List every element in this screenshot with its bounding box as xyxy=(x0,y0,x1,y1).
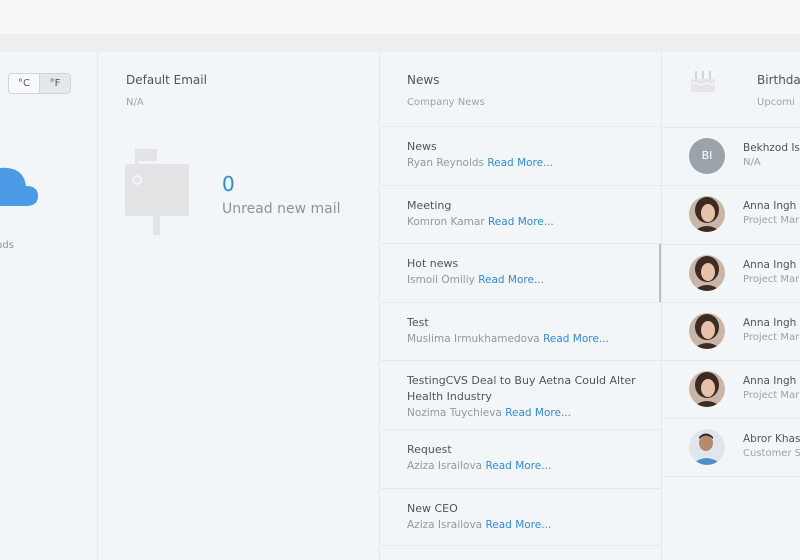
news-item[interactable]: News Ryan Reynolds Read More... xyxy=(381,126,661,185)
news-item-author: Aziza Israilova xyxy=(407,518,483,531)
birthday-person-role: Project Mar xyxy=(743,215,800,227)
avatar[interactable] xyxy=(689,429,725,466)
birthday-person-name[interactable]: Abror Khas xyxy=(743,433,800,445)
birthday-widget: Birthda Upcomi BI Bekhzod Is N/A Anna In… xyxy=(663,52,800,560)
top-bar xyxy=(0,0,800,34)
email-widget: Default Email N/A 0 Unread new mail xyxy=(99,52,380,560)
read-more-link[interactable]: Read More... xyxy=(485,519,551,531)
news-item-meta: Ismoil Omiliy Read More... xyxy=(407,272,648,288)
birthday-list: BI Bekhzod Is N/A Anna Ingh Project Mar … xyxy=(663,127,800,477)
birthday-item[interactable]: BI Bekhzod Is N/A xyxy=(663,127,800,185)
news-item-author: Ismoil Omiliy xyxy=(407,274,475,286)
birthday-person-role: Project Mar xyxy=(743,273,800,285)
news-item-meta: Komron Kamar Read More... xyxy=(407,214,648,230)
avatar[interactable] xyxy=(689,196,725,233)
news-item-author: Muslima Irmukhamedova xyxy=(407,332,540,345)
celsius-option[interactable]: °C xyxy=(9,74,39,93)
avatar[interactable] xyxy=(689,254,725,291)
news-item-title[interactable]: Meeting xyxy=(407,198,648,214)
birthday-person-name[interactable]: Anna Ingh xyxy=(743,259,796,271)
read-more-link[interactable]: Read More... xyxy=(505,407,571,419)
birthday-subtitle: Upcomi xyxy=(757,97,795,108)
birthday-person-role: Project Mar xyxy=(743,390,800,402)
temperature-unit-toggle[interactable]: °C °F xyxy=(8,73,71,94)
read-more-link[interactable]: Read More... xyxy=(487,157,553,169)
news-item-title[interactable]: Hot news xyxy=(407,256,648,272)
news-item[interactable]: TestingCVS Deal to Buy Aetna Could Alter… xyxy=(381,360,661,429)
news-title: News xyxy=(407,73,440,87)
birthday-person-name[interactable]: Anna Ingh xyxy=(743,200,796,212)
mailbox-icon xyxy=(125,149,189,235)
news-item[interactable]: Meeting Komron Kamar Read More... xyxy=(381,184,661,244)
news-item-meta: Aziza Israilova Read More... xyxy=(407,517,648,533)
birthday-person-role: Customer S xyxy=(743,448,800,460)
fahrenheit-option[interactable]: °F xyxy=(39,74,70,93)
news-item-selected[interactable]: Hot news Ismoil Omiliy Read More... xyxy=(381,243,661,302)
birthday-item[interactable]: Anna Ingh Project Mar xyxy=(663,360,800,418)
read-more-link[interactable]: Read More... xyxy=(485,460,551,472)
unread-mail-count: 0 xyxy=(222,172,235,196)
birthday-person-name[interactable]: Anna Ingh xyxy=(743,375,796,387)
avatar[interactable]: BI xyxy=(689,138,725,174)
birthday-person-name[interactable]: Anna Ingh xyxy=(743,317,796,329)
news-item-title[interactable]: News xyxy=(407,139,648,155)
birthday-person-role: Project Mar xyxy=(743,331,800,343)
birthday-person-name[interactable]: Bekhzod Is xyxy=(743,142,800,154)
birthday-item[interactable]: Anna Ingh Project Mar xyxy=(663,243,800,302)
read-more-link[interactable]: Read More... xyxy=(543,333,609,345)
birthday-person-role: N/A xyxy=(743,157,761,168)
read-more-link[interactable]: Read More... xyxy=(478,274,544,286)
news-item-author: Komron Kamar xyxy=(407,215,485,228)
birthday-item[interactable]: Anna Ingh Project Mar xyxy=(663,185,800,243)
weather-widget: °C °F uds xyxy=(0,52,98,560)
avatar[interactable] xyxy=(689,312,725,349)
news-item-title[interactable]: TestingCVS Deal to Buy Aetna Could Alter… xyxy=(407,373,647,405)
news-widget: News Company News News Ryan Reynolds Rea… xyxy=(381,52,662,560)
news-item-meta: Aziza Israilova Read More... xyxy=(407,458,648,474)
news-item-author: Aziza Israilova xyxy=(407,460,483,472)
cloud-icon xyxy=(0,167,38,206)
unread-mail-label: Unread new mail xyxy=(222,201,341,217)
news-item-meta: Muslima Irmukhamedova Read More... xyxy=(407,331,648,347)
email-title: Default Email xyxy=(126,73,207,87)
news-item-title[interactable]: Request xyxy=(407,442,648,458)
email-address: N/A xyxy=(126,97,144,108)
news-item[interactable]: Request Aziza Israilova Read More... xyxy=(381,429,661,488)
cake-icon xyxy=(690,71,716,92)
read-more-link[interactable]: Read More... xyxy=(488,216,554,228)
news-list: News Ryan Reynolds Read More... Meeting … xyxy=(381,126,661,546)
news-item[interactable]: New CEO Aziza Israilova Read More... xyxy=(381,487,661,546)
news-item-author: Ryan Reynolds xyxy=(407,157,484,169)
top-divider-band xyxy=(0,34,800,52)
news-item[interactable]: Test Muslima Irmukhamedova Read More... xyxy=(381,301,661,361)
birthday-item[interactable]: Abror Khas Customer S xyxy=(663,418,800,477)
weather-description: uds xyxy=(0,240,14,251)
news-item-meta: Ryan Reynolds Read More... xyxy=(407,155,648,171)
news-item-author: Nozima Tuychieva xyxy=(407,407,502,419)
news-item-title[interactable]: New CEO xyxy=(407,501,648,517)
birthday-title: Birthda xyxy=(757,73,800,87)
birthday-item[interactable]: Anna Ingh Project Mar xyxy=(663,301,800,360)
avatar[interactable] xyxy=(689,371,725,408)
news-item-meta: Nozima Tuychieva Read More... xyxy=(407,405,648,421)
news-subtitle: Company News xyxy=(407,97,485,108)
news-item-title[interactable]: Test xyxy=(407,315,648,331)
